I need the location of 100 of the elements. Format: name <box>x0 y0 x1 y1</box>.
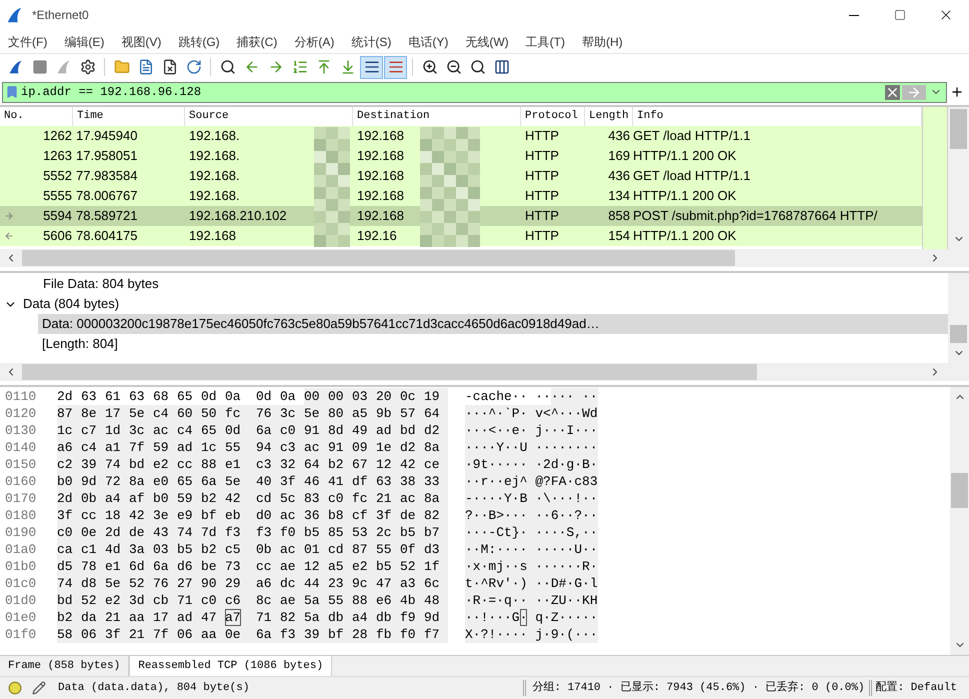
table-cell-text: 5594 <box>43 207 72 226</box>
offset-label: 0130 <box>4 422 38 440</box>
table-cell-text: 78.589721 <box>75 207 138 226</box>
hex-byte[interactable]: 0a <box>225 388 241 405</box>
table-cell-text: 192.168 <box>356 207 405 226</box>
menu-item[interactable]: 电话(Y) <box>402 31 454 52</box>
packet-row[interactable]: 5606 78.604175 192.168 192.16 HTTP 154 HTTP/1.1 200 OK <box>0 226 922 246</box>
search-icon <box>220 59 236 75</box>
status-text: Data (data.data), 804 byte(s) <box>58 680 250 696</box>
scrollbar-thumb[interactable] <box>950 109 967 149</box>
maximize-icon <box>894 9 906 21</box>
ascii-text[interactable]: -cache·· ·· <box>465 388 551 405</box>
tree-item[interactable]: Data (804 bytes) <box>23 294 120 314</box>
offset-label: 0140 <box>4 438 38 457</box>
offset-label: 01c0 <box>4 574 38 593</box>
ascii-text[interactable]: ··r··ej^ @?FA·c83 <box>465 473 598 490</box>
packet-row[interactable]: 1262 17.945940 192.168. 192.168 HTTP 436 GET /load HTTP/1.1 <box>0 126 922 146</box>
window-title: *Ethernet0 <box>32 7 89 24</box>
table-cell-text: 1263 <box>43 147 72 166</box>
menu-item[interactable]: 视图(V) <box>115 31 168 52</box>
ascii-text[interactable]: ··M:···· ·····U·· <box>465 541 598 558</box>
offset-label: 01e0 <box>4 608 38 627</box>
scrollbar-thumb[interactable] <box>951 473 968 508</box>
folder-icon <box>114 59 130 75</box>
table-cell-text: HTTP/1.1 200 OK <box>633 187 738 206</box>
ascii-text[interactable]: ···<··e· j···I··· <box>465 422 598 439</box>
reload-icon <box>186 59 202 75</box>
scrollbar-thumb[interactable] <box>22 364 757 380</box>
menu-item[interactable]: 工具(T) <box>520 31 571 52</box>
app-logo-icon <box>6 6 24 24</box>
profile-text[interactable]: 配置: Default <box>876 680 969 696</box>
ascii-text[interactable]: X·?!···· j·9·(··· <box>465 626 598 643</box>
edit-comment-icon[interactable] <box>32 681 46 695</box>
menu-item[interactable]: 文件(F) <box>2 31 54 52</box>
ascii-text[interactable]: ···-Ct}· ····S,·· <box>465 524 598 541</box>
toolbar-button[interactable] <box>360 56 383 78</box>
offset-label: 0120 <box>4 404 38 423</box>
go-to-packet-icon <box>292 59 308 75</box>
settings-icon <box>80 59 96 75</box>
scrollbar-thumb[interactable] <box>950 325 967 343</box>
table-cell-text: 192.168 <box>356 147 405 166</box>
shark-fin-icon <box>56 59 72 75</box>
hex-byte[interactable]: 63 <box>129 388 145 405</box>
ascii-text[interactable]: ·9t····· ·2d·g·B· <box>465 456 598 473</box>
menu-item[interactable]: 帮助(H) <box>576 31 629 52</box>
ascii-text[interactable]: ··· ·· <box>550 388 598 405</box>
menu-item[interactable]: 统计(S) <box>345 31 398 52</box>
ascii-text[interactable]: t·^Rv'·) ··D#·G·l <box>465 575 598 592</box>
tree-item[interactable]: Data: 000003200c19878e175ec46050fc763c5e80a59b57641cc71d3cacc4650d6ac0918d49ad… <box>38 314 948 334</box>
table-cell-text: HTTP <box>524 127 560 146</box>
hex-byte[interactable]: 0d <box>201 388 217 405</box>
menu-item[interactable]: 跳转(G) <box>172 31 226 52</box>
horizontal-scrollbar[interactable] <box>0 249 969 267</box>
table-cell-text: HTTP <box>524 187 560 206</box>
ascii-text[interactable]: q·Z····· <box>527 609 598 626</box>
table-cell-text: 169 <box>607 147 631 166</box>
horizontal-scrollbar[interactable] <box>0 363 969 381</box>
table-cell-text: 192.168. <box>188 187 241 206</box>
packet-row[interactable]: 5594 78.589721 192.168.210.102 192.168 HTTP 858 POST /submit.php?id=1768787664 HTTP/ <box>0 206 922 226</box>
hex-byte[interactable]: 0d <box>256 388 272 405</box>
packet-row[interactable]: 5555 78.006767 192.168. 192.168 HTTP 134 HTTP/1.1 200 OK <box>0 186 922 206</box>
packet-row[interactable]: 5552 77.983584 192.168. 192.168 HTTP 436 GET /load HTTP/1.1 <box>0 166 922 186</box>
hex-byte[interactable]: 63 <box>81 388 97 405</box>
vertical-scrollbar[interactable] <box>950 387 969 655</box>
clear-icon <box>885 84 900 100</box>
table-cell-text: 192.168. <box>188 127 241 146</box>
hex-byte[interactable]: 65 <box>177 388 193 405</box>
menu-item[interactable]: 分析(A) <box>288 31 340 52</box>
menu-item[interactable]: 编辑(E) <box>58 31 110 52</box>
display-filter-field[interactable]: ip.addr == 192.168.96.128 <box>2 82 947 102</box>
tree-item[interactable]: [Length: 804] <box>38 334 948 354</box>
zoom-reset-icon <box>470 59 486 75</box>
hex-byte[interactable]: 68 <box>153 388 169 405</box>
table-cell-text: GET /load HTTP/1.1 <box>633 167 752 186</box>
vertical-scrollbar[interactable] <box>948 107 969 249</box>
table-cell-text: HTTP <box>524 227 560 246</box>
arrow-right-icon <box>268 59 284 75</box>
menu-item[interactable]: 无线(W) <box>459 31 515 52</box>
hex-byte[interactable]: 61 <box>105 388 121 405</box>
hex-byte[interactable]: 2d <box>57 388 73 405</box>
vertical-scrollbar[interactable] <box>948 273 969 363</box>
ascii-text[interactable]: ?··B>··· ··6··?·· <box>465 507 598 524</box>
menu-item[interactable]: 捕获(C) <box>230 31 284 52</box>
ascii-text[interactable]: ··!···G <box>465 609 520 626</box>
table-cell-text: 436 <box>607 127 631 146</box>
table-cell-text: HTTP <box>524 147 560 166</box>
offset-label: 01d0 <box>4 592 38 610</box>
status-indicator-icon[interactable] <box>8 681 22 695</box>
scrollbar-thumb[interactable] <box>22 250 735 266</box>
packet-row[interactable]: 1263 17.958051 192.168. 192.168 HTTP 169 HTTP/1.1 200 OK <box>0 146 922 166</box>
tab[interactable]: Reassembled TCP (1086 bytes) <box>129 656 332 676</box>
ascii-text[interactable]: ···^·`P· v<^···Wd <box>465 405 598 422</box>
packet-count-text: 分组: 17410 · 已显示: 7943 (45.6%) · 已丢弃: 0 (0.0%) <box>532 680 865 696</box>
ascii-text[interactable]: -····Y·B ·\···!·· <box>465 490 598 507</box>
ascii-text[interactable]: ·x·mj··s ······R· <box>465 558 598 575</box>
hex-byte[interactable]: 0a <box>280 388 296 405</box>
ascii-text[interactable]: ·R·=·q·· ··ZU··KH <box>465 592 598 609</box>
table-cell-text: HTTP/1.1 200 OK <box>633 147 738 166</box>
tree-item[interactable]: File Data: 804 bytes <box>43 274 159 294</box>
ascii-text[interactable]: ····Y··U ········ <box>465 439 598 456</box>
